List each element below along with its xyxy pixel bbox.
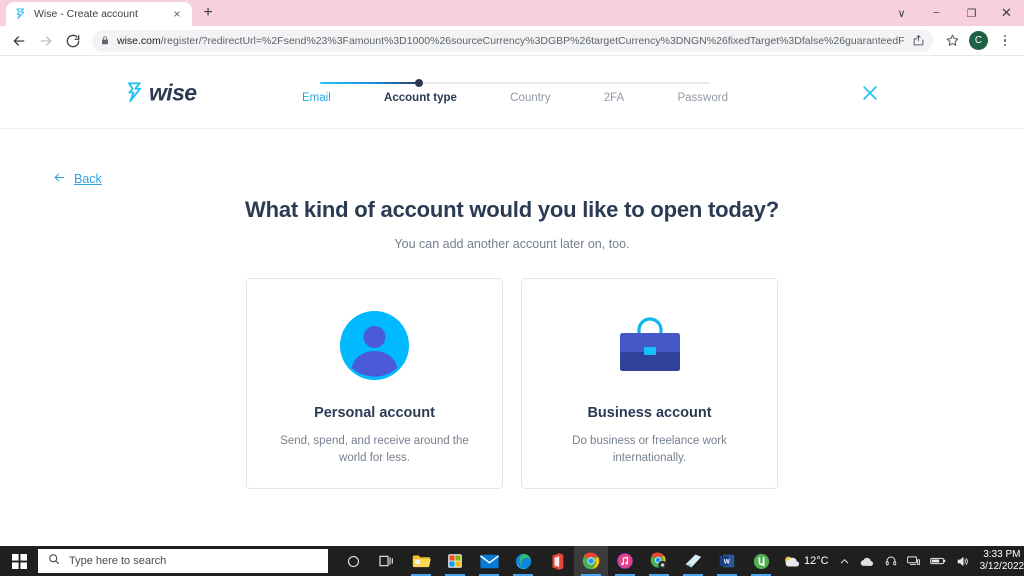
close-x-icon[interactable] <box>856 79 884 107</box>
tab-search-button[interactable]: ∨ <box>884 0 919 26</box>
forward-arrow-icon <box>33 28 59 54</box>
share-icon[interactable] <box>912 34 925 47</box>
taskbar-app-buttons: W <box>336 546 778 576</box>
file-explorer-icon[interactable] <box>404 546 438 576</box>
battery-icon[interactable] <box>925 546 951 576</box>
stepper-labels: Email Account type Country 2FA Password <box>300 92 730 104</box>
page-subtitle: You can add another account later on, to… <box>394 237 630 251</box>
business-account-card[interactable]: Business account Do business or freelanc… <box>521 278 778 489</box>
itunes-icon[interactable] <box>608 546 642 576</box>
stepper-current-dot <box>415 79 423 87</box>
url-domain: wise.com <box>117 34 161 47</box>
stepper-track <box>300 77 730 89</box>
page-title: What kind of account would you like to o… <box>245 197 779 222</box>
microsoft-edge-icon[interactable] <box>506 546 540 576</box>
business-account-description: Do business or freelance work internatio… <box>572 435 727 465</box>
signup-stepper: Email Account type Country 2FA Password <box>300 77 730 104</box>
taskbar-search-box[interactable]: Type here to search <box>38 549 328 573</box>
step-email[interactable]: Email <box>302 92 331 104</box>
microsoft-word-icon[interactable]: W <box>710 546 744 576</box>
cortana-icon[interactable] <box>336 546 370 576</box>
window-close-button[interactable]: ✕ <box>989 0 1024 26</box>
task-view-icon[interactable] <box>370 546 404 576</box>
person-avatar-icon <box>340 309 409 381</box>
browser-toolbar: wise.com/register/?redirectUrl=%2Fsend%2… <box>0 26 1024 56</box>
wise-arrow-favicon <box>14 8 27 21</box>
taskbar-clock[interactable]: 3:33 PM 3/12/2022 <box>974 546 1024 576</box>
stepper-track-fill <box>320 82 420 84</box>
weather-widget[interactable]: 12°C <box>778 546 834 576</box>
chrome-tool-icon[interactable] <box>642 546 676 576</box>
three-dot-menu-icon[interactable] <box>992 28 1018 54</box>
clock-time: 3:33 PM <box>983 548 1021 560</box>
minimize-button[interactable]: − <box>919 0 954 26</box>
browser-tab-title: Wise - Create account <box>34 8 138 20</box>
onedrive-cloud-icon[interactable] <box>855 546 880 576</box>
lock-icon <box>100 35 110 46</box>
back-arrow-icon[interactable] <box>6 28 32 54</box>
microsoft-store-icon[interactable] <box>438 546 472 576</box>
bookmark-star-icon[interactable] <box>939 28 965 54</box>
personal-account-title: Personal account <box>314 405 435 421</box>
address-bar[interactable]: wise.com/register/?redirectUrl=%2Fsend%2… <box>92 29 933 52</box>
tab-close-icon[interactable]: × <box>170 7 184 21</box>
windows-start-icon[interactable] <box>0 546 38 576</box>
weather-temperature: 12°C <box>804 555 829 567</box>
sticky-notes-icon[interactable] <box>676 546 710 576</box>
profile-avatar[interactable]: C <box>969 31 988 50</box>
headset-icon[interactable] <box>880 546 902 576</box>
utorrent-icon[interactable] <box>744 546 778 576</box>
search-icon <box>48 552 60 570</box>
business-account-title: Business account <box>587 405 712 421</box>
url-path: /register/?redirectUrl=%2Fsend%23%3Famou… <box>160 34 905 47</box>
mail-icon[interactable] <box>472 546 506 576</box>
network-icon[interactable] <box>902 546 925 576</box>
wise-logo[interactable]: wise <box>126 79 197 106</box>
arrow-left-icon <box>52 171 67 187</box>
browser-tab-strip: Wise - Create account × + ∨ − ❐ ✕ <box>0 0 1024 26</box>
windows-taskbar: Type here to search W 12°C 3:33 PM 3/12/… <box>0 546 1024 576</box>
personal-account-card[interactable]: Personal account Send, spend, and receiv… <box>246 278 503 489</box>
briefcase-icon <box>614 309 686 381</box>
step-account-type[interactable]: Account type <box>384 92 457 104</box>
address-bar-url: wise.com/register/?redirectUrl=%2Fsend%2… <box>117 35 905 47</box>
maximize-button[interactable]: ❐ <box>954 0 989 26</box>
account-type-cards: Personal account Send, spend, and receiv… <box>0 278 1024 489</box>
personal-account-description: Send, spend, and receive around the worl… <box>280 435 469 465</box>
step-2fa: 2FA <box>603 92 625 104</box>
page-content: wise Email Account type Country 2FA Pass… <box>0 57 1024 546</box>
svg-text:W: W <box>724 558 731 565</box>
back-link[interactable]: Back <box>52 171 102 187</box>
browser-tab[interactable]: Wise - Create account × <box>6 2 192 26</box>
chevron-up-icon[interactable] <box>834 546 855 576</box>
system-tray: 12°C 3:33 PM 3/12/2022 <box>778 546 1024 576</box>
step-password: Password <box>677 92 728 104</box>
google-chrome-icon[interactable] <box>574 546 608 576</box>
main-content: Back What kind of account would you like… <box>0 129 1024 489</box>
wise-header: wise Email Account type Country 2FA Pass… <box>0 57 1024 129</box>
new-tab-button[interactable]: + <box>195 1 221 25</box>
wise-wordmark: wise <box>149 79 197 105</box>
taskbar-search-placeholder: Type here to search <box>69 555 167 567</box>
step-country: Country <box>510 92 551 104</box>
volume-icon[interactable] <box>951 546 974 576</box>
reload-icon[interactable] <box>60 28 86 54</box>
wise-arrow-icon <box>127 82 142 103</box>
back-link-label: Back <box>74 172 102 186</box>
office-icon[interactable] <box>540 546 574 576</box>
window-controls: ∨ − ❐ ✕ <box>884 0 1024 26</box>
clock-date: 3/12/2022 <box>979 561 1024 572</box>
